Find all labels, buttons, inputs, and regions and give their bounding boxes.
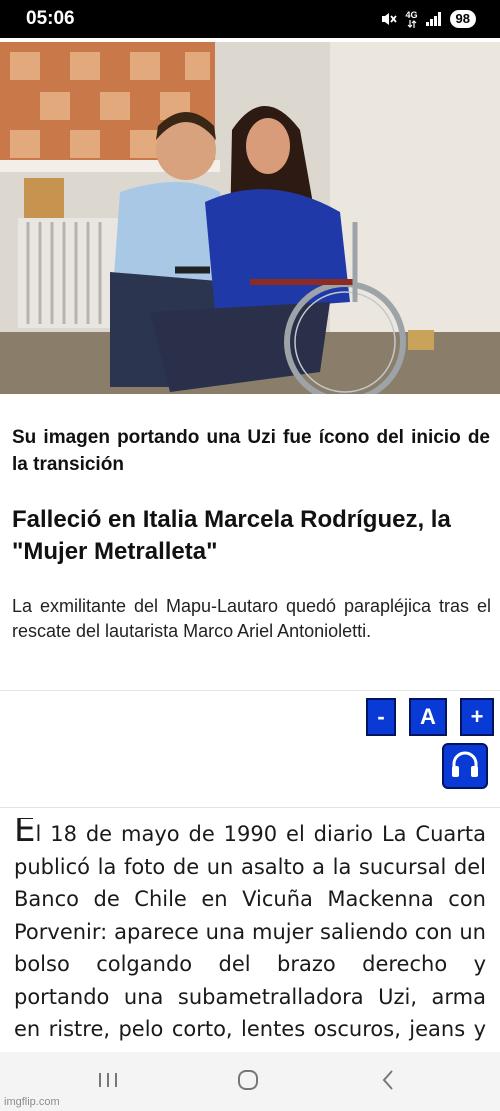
article-kicker: Su imagen portando una Uzi fue ícono del… bbox=[12, 427, 490, 475]
home-icon bbox=[237, 1069, 259, 1096]
increase-font-button[interactable]: + bbox=[460, 698, 494, 736]
article-lead: La exmilitante del Mapu-Lautaro quedó pa… bbox=[12, 596, 491, 641]
status-icons: 4G 98 bbox=[380, 7, 476, 31]
back-icon bbox=[381, 1069, 395, 1096]
network-label: 4G bbox=[405, 9, 418, 20]
mute-icon bbox=[380, 11, 398, 27]
article-body: El 18 de mayo de 1990 el diario La Cuart… bbox=[14, 818, 486, 1052]
font-size-button[interactable]: A bbox=[409, 698, 447, 736]
network-4g-icon: 4G bbox=[405, 9, 418, 28]
recents-icon bbox=[97, 1071, 119, 1094]
article-photo bbox=[0, 42, 500, 394]
status-time: 05:06 bbox=[26, 8, 75, 29]
home-button[interactable] bbox=[228, 1066, 268, 1098]
article-body-text: l 18 de mayo de 1990 el diario La Cuarta… bbox=[14, 822, 486, 1052]
signal-icon bbox=[425, 12, 442, 26]
status-bar: 05:06 4G 98 bbox=[0, 0, 500, 38]
imgflip-watermark: imgflip.com bbox=[4, 1096, 60, 1108]
back-button[interactable] bbox=[368, 1066, 408, 1098]
battery-icon: 98 bbox=[449, 10, 476, 28]
listen-audio-button[interactable] bbox=[442, 743, 488, 789]
recents-button[interactable] bbox=[88, 1066, 128, 1098]
decrease-font-button[interactable]: - bbox=[366, 698, 396, 736]
headphones-icon bbox=[450, 750, 480, 783]
article-headline: Falleció en Italia Marcela Rodríguez, la… bbox=[12, 506, 451, 565]
system-nav-bar bbox=[0, 1052, 500, 1111]
article-dropcap: E bbox=[14, 818, 36, 850]
